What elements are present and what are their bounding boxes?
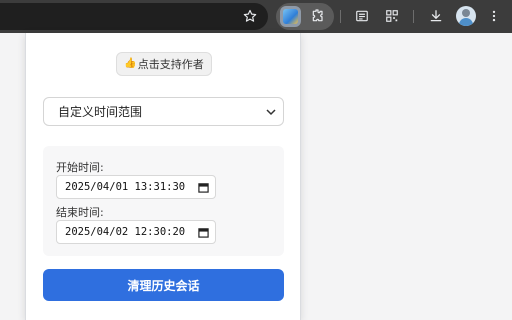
time-range-card: 开始时间: 2025/04/01 13:31:30 结束时间: 2025/04/… [43, 146, 284, 256]
menu-icon[interactable] [483, 5, 505, 27]
start-time-value: 2025/04/01 13:31:30 [65, 181, 186, 193]
star-icon[interactable] [239, 5, 261, 27]
thumbs-up-icon: 👍 [124, 58, 137, 69]
reading-list-icon[interactable] [351, 5, 373, 27]
clean-button-label: 清理历史会话 [127, 278, 200, 293]
time-range-selected: 自定义时间范围 [58, 105, 143, 119]
calendar-icon[interactable] [198, 182, 209, 193]
calendar-icon[interactable] [198, 227, 209, 238]
end-time-label: 结束时间: [56, 206, 104, 219]
time-range-select[interactable]: 自定义时间范围 [43, 97, 284, 126]
clean-history-button[interactable]: 清理历史会话 [43, 269, 284, 301]
support-author-button[interactable]: 👍 点击支持作者 [116, 52, 212, 76]
chevron-down-icon [266, 109, 276, 116]
qr-code-icon[interactable] [381, 5, 403, 27]
toolbar-divider [413, 10, 414, 23]
download-icon[interactable] [425, 5, 447, 27]
puzzle-icon[interactable] [307, 5, 329, 27]
end-time-input[interactable]: 2025/04/02 12:30:20 [56, 220, 216, 244]
start-time-input[interactable]: 2025/04/01 13:31:30 [56, 175, 216, 199]
start-time-label: 开始时间: [56, 161, 104, 174]
avatar[interactable] [456, 6, 476, 26]
end-time-value: 2025/04/02 12:30:20 [65, 226, 186, 238]
address-bar[interactable] [0, 3, 268, 30]
support-button-label: 点击支持作者 [137, 58, 204, 71]
extension-app-icon[interactable] [280, 6, 301, 27]
toolbar-divider [340, 10, 341, 23]
browser-toolbar [0, 0, 512, 33]
extension-popup: 👍 点击支持作者 自定义时间范围 开始时间: 2025/04/01 13:31:… [25, 33, 301, 320]
